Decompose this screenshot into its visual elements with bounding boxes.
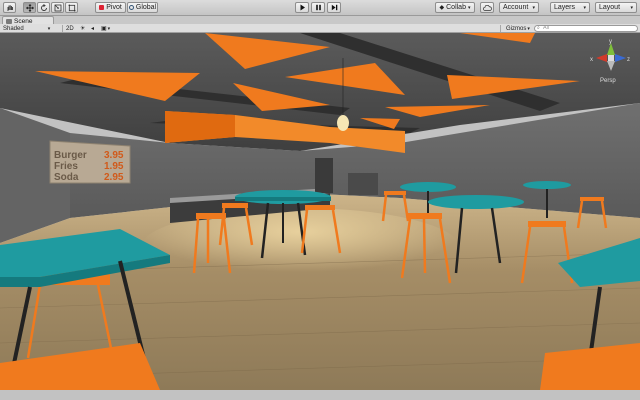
rect-tool-icon (68, 4, 75, 11)
pendant-lamp (337, 115, 349, 131)
bottom-border (0, 390, 640, 400)
gizmo-projection-label[interactable]: Persp (600, 78, 616, 84)
global-label: Global (135, 4, 157, 11)
shading-mode-label: Shaded (3, 25, 24, 32)
layout-label: Layout (599, 4, 621, 11)
cloud-button[interactable] (480, 2, 494, 13)
image-icon: ▣ (101, 26, 107, 32)
shading-mode-dropdown[interactable]: Shaded ▾ (3, 25, 50, 32)
layout-dropdown[interactable]: Layout ▾ (595, 2, 637, 13)
gizmo-z-label: z (627, 57, 630, 63)
step-icon (331, 4, 337, 11)
account-label: Account (503, 4, 529, 11)
scene-render: Burger 3.95 Fries 1.95 Soda 2.95 y x z P… (0, 33, 640, 390)
global-toggle[interactable]: Global (127, 2, 158, 13)
gizmo-y-label: y (609, 39, 612, 45)
pause-icon (315, 4, 321, 11)
menu-item-burger: Burger (54, 150, 87, 161)
chevron-down-icon: ▾ (532, 4, 535, 11)
effects-dropdown[interactable]: ▣ ▾ (101, 25, 111, 33)
chevron-down-icon: ▾ (630, 4, 633, 11)
scale-tool-icon (54, 4, 61, 11)
scene-tab-icon (6, 18, 12, 24)
scene-viewport[interactable]: Burger 3.95 Fries 1.95 Soda 2.95 y x z P… (0, 33, 640, 390)
rotate-tool-button[interactable] (37, 2, 50, 13)
scale-tool-button[interactable] (51, 2, 64, 13)
scene-search-input[interactable]: ⌕ All (534, 25, 638, 32)
move-tool-button[interactable] (23, 2, 36, 13)
menu-price-soda: 2.95 (104, 172, 124, 183)
rotate-tool-icon (40, 3, 47, 11)
chevron-down-icon: ▾ (107, 25, 111, 32)
gizmo-x-label: x (590, 57, 593, 63)
vending-shelf (348, 173, 378, 195)
cloud-icon (482, 4, 492, 11)
2d-toggle[interactable]: 2D (66, 25, 74, 32)
play-icon (300, 4, 305, 11)
scene-control-bar: Shaded ▾ 2D ☀ ◂ ▣ ▾ Gizmos ▾ ⌕ All (0, 24, 640, 33)
sun-icon: ☀ (80, 26, 86, 32)
gizmo-center-cube[interactable] (608, 55, 614, 61)
pause-button[interactable] (311, 2, 325, 13)
globe-icon (128, 5, 134, 10)
chevron-down-icon: ▾ (583, 4, 586, 11)
chevron-down-icon: ▾ (47, 25, 51, 32)
menu-price-fries: 1.95 (104, 161, 124, 172)
search-icon: ⌕ (537, 25, 540, 31)
pivot-label: Pivot (106, 4, 122, 11)
menu-price-burger: 3.95 (104, 150, 124, 161)
2d-label: 2D (66, 25, 74, 32)
divider (500, 25, 501, 32)
gizmos-label: Gizmos (506, 25, 527, 32)
kitchen-door (315, 158, 333, 193)
chevron-down-icon: ▾ (527, 25, 530, 32)
pivot-toggle[interactable]: Pivot (95, 2, 126, 13)
layers-dropdown[interactable]: Layers ▾ (550, 2, 590, 13)
scene-search-placeholder: All (543, 25, 550, 31)
collab-dropdown[interactable]: ◆ Collab ▾ (435, 2, 475, 13)
audio-toggle[interactable]: ◂ (91, 25, 94, 32)
window-tab-bar: Scene (0, 16, 640, 25)
hand-tool-button[interactable] (3, 2, 16, 13)
divider (62, 25, 63, 32)
pivot-icon (99, 5, 105, 10)
account-dropdown[interactable]: Account ▾ (499, 2, 539, 13)
collab-label: Collab (446, 4, 466, 11)
chevron-down-icon: ▾ (467, 4, 471, 11)
menu-item-fries: Fries (54, 161, 78, 172)
speaker-icon: ◂ (91, 26, 95, 32)
layers-label: Layers (554, 4, 576, 11)
collab-arrow-icon: ◆ (439, 5, 445, 11)
lighting-toggle[interactable]: ☀ (80, 25, 85, 32)
move-tool-icon (25, 3, 34, 12)
gizmos-dropdown[interactable]: Gizmos ▾ (506, 25, 530, 32)
menu-item-soda: Soda (54, 172, 79, 183)
play-button[interactable] (295, 2, 309, 13)
step-button[interactable] (327, 2, 341, 13)
hand-tool-icon (7, 4, 13, 11)
rect-tool-button[interactable] (65, 2, 78, 13)
main-toolbar: Pivot Global ◆ Collab ▾ Account ▾ Layers… (0, 0, 640, 16)
